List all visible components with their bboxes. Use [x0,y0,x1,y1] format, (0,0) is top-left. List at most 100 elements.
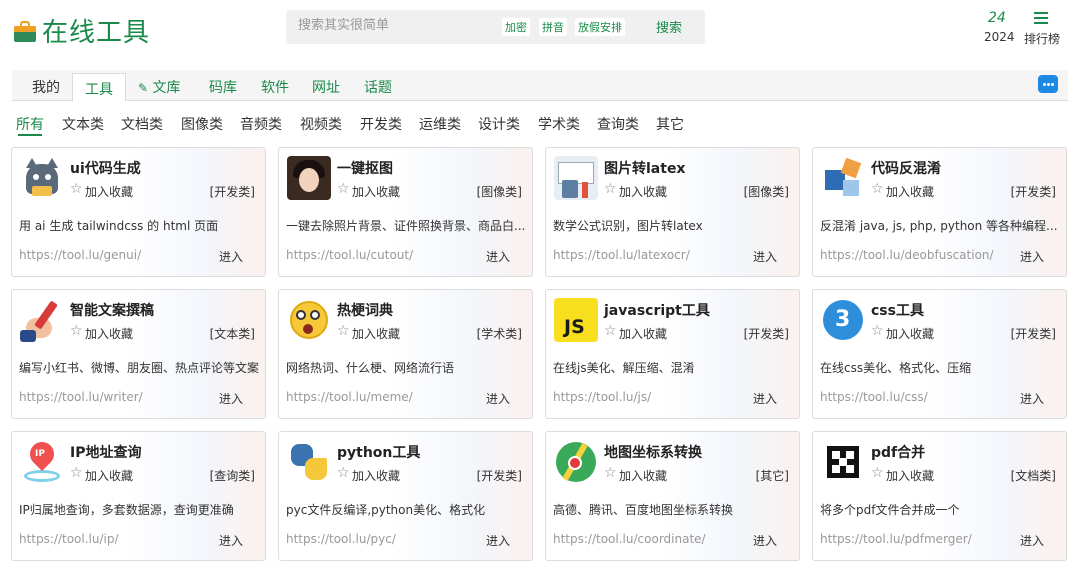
quick-tag-encrypt[interactable]: 加密 [502,18,530,36]
tool-card[interactable]: 热梗词典 ☆ 加入收藏 [学术类] 网络热词、什么梗、网络流行语 https:/… [278,289,533,419]
card-title[interactable]: ui代码生成 [70,158,141,178]
tab-websites[interactable]: 网址 [312,77,340,97]
enter-button[interactable]: 进入 [1020,248,1044,265]
rank-number[interactable]: 24 [988,10,1006,26]
add-favorite-button[interactable]: 加入收藏 [886,467,934,484]
card-url[interactable]: https://tool.lu/pdfmerger/ [820,532,972,546]
add-favorite-button[interactable]: 加入收藏 [352,325,400,342]
category-ops[interactable]: 运维类 [419,114,461,134]
card-category[interactable]: [查询类] [210,467,255,484]
tool-card[interactable]: 智能文案撰稿 ☆ 加入收藏 [文本类] 编写小红书、微博、朋友圈、热点评论等文案… [11,289,266,419]
card-url[interactable]: https://tool.lu/cutout/ [286,248,413,262]
card-url[interactable]: https://tool.lu/genui/ [19,248,141,262]
category-academic[interactable]: 学术类 [538,114,580,134]
card-title[interactable]: 热梗词典 [337,300,393,320]
card-title[interactable]: 图片转latex [604,158,685,178]
rank-year[interactable]: 2024 [984,30,1015,44]
chat-icon[interactable] [1038,75,1058,93]
add-favorite-button[interactable]: 加入收藏 [85,183,133,200]
star-icon[interactable]: ☆ [337,181,350,197]
enter-button[interactable]: 进入 [1020,532,1044,549]
card-title[interactable]: 地图坐标系转换 [604,442,702,462]
tool-card[interactable]: 图片转latex ☆ 加入收藏 [图像类] 数学公式识别，图片转latex ht… [545,147,800,277]
card-category[interactable]: [其它] [756,467,789,484]
category-document[interactable]: 文档类 [121,114,163,134]
tool-card[interactable]: ui代码生成 ☆ 加入收藏 [开发类] 用 ai 生成 tailwindcss … [11,147,266,277]
category-video[interactable]: 视频类 [300,114,342,134]
category-other[interactable]: 其它 [656,114,684,134]
add-favorite-button[interactable]: 加入收藏 [886,183,934,200]
tool-card[interactable]: 地图坐标系转换 ☆ 加入收藏 [其它] 高德、腾讯、百度地图坐标系转换 http… [545,431,800,561]
tool-card[interactable]: python工具 ☆ 加入收藏 [开发类] pyc文件反编译,python美化、… [278,431,533,561]
star-icon[interactable]: ☆ [871,181,884,197]
card-title[interactable]: javascript工具 [604,300,710,320]
logo[interactable]: 在线工具 [14,12,150,49]
star-icon[interactable]: ☆ [70,323,83,339]
category-dev[interactable]: 开发类 [360,114,402,134]
card-url[interactable]: https://tool.lu/deobfuscation/ [820,248,994,262]
rank-link[interactable]: 排行榜 [1024,30,1060,47]
star-icon[interactable]: ☆ [337,465,350,481]
add-favorite-button[interactable]: 加入收藏 [85,467,133,484]
card-category[interactable]: [开发类] [477,467,522,484]
card-url[interactable]: https://tool.lu/writer/ [19,390,143,404]
add-favorite-button[interactable]: 加入收藏 [352,183,400,200]
add-favorite-button[interactable]: 加入收藏 [886,325,934,342]
star-icon[interactable]: ☆ [604,323,617,339]
card-title[interactable]: pdf合并 [871,442,925,462]
tab-tools[interactable]: 工具 [72,73,126,102]
tab-software[interactable]: 软件 [261,77,289,97]
tab-topics[interactable]: 话题 [364,77,392,97]
tab-mine[interactable]: 我的 [32,77,60,97]
card-category[interactable]: [开发类] [744,325,789,342]
card-category[interactable]: [学术类] [477,325,522,342]
star-icon[interactable]: ☆ [337,323,350,339]
star-icon[interactable]: ☆ [871,323,884,339]
tool-card[interactable]: 3 css工具 ☆ 加入收藏 [开发类] 在线css美化、格式化、压缩 http… [812,289,1067,419]
tool-card[interactable]: IP IP地址查询 ☆ 加入收藏 [查询类] IP归属地查询，多套数据源，查询更… [11,431,266,561]
enter-button[interactable]: 进入 [753,248,777,265]
add-favorite-button[interactable]: 加入收藏 [619,467,667,484]
card-title[interactable]: css工具 [871,300,924,320]
category-text[interactable]: 文本类 [62,114,104,134]
tool-card[interactable]: pdf合并 ☆ 加入收藏 [文档类] 将多个pdf文件合并成一个 https:/… [812,431,1067,561]
star-icon[interactable]: ☆ [604,465,617,481]
enter-button[interactable]: 进入 [1020,390,1044,407]
tool-card[interactable]: 一键抠图 ☆ 加入收藏 [图像类] 一键去除照片背景、证件照换背景、商品白...… [278,147,533,277]
enter-button[interactable]: 进入 [219,390,243,407]
list-icon[interactable] [1034,12,1048,24]
add-favorite-button[interactable]: 加入收藏 [619,325,667,342]
add-favorite-button[interactable]: 加入收藏 [352,467,400,484]
card-category[interactable]: [图像类] [744,183,789,200]
card-title[interactable]: python工具 [337,442,420,462]
search-input[interactable] [298,18,488,33]
card-url[interactable]: https://tool.lu/css/ [820,390,928,404]
card-url[interactable]: https://tool.lu/ip/ [19,532,119,546]
category-image[interactable]: 图像类 [181,114,223,134]
card-title[interactable]: 一键抠图 [337,158,393,178]
card-title[interactable]: 代码反混淆 [871,158,941,178]
enter-button[interactable]: 进入 [486,248,510,265]
card-url[interactable]: https://tool.lu/meme/ [286,390,413,404]
enter-button[interactable]: 进入 [486,390,510,407]
tab-code-library[interactable]: 码库 [209,77,237,97]
star-icon[interactable]: ☆ [70,465,83,481]
star-icon[interactable]: ☆ [604,181,617,197]
card-category[interactable]: [图像类] [477,183,522,200]
enter-button[interactable]: 进入 [219,532,243,549]
search-button[interactable]: 搜索 [656,17,682,36]
star-icon[interactable]: ☆ [70,181,83,197]
enter-button[interactable]: 进入 [753,390,777,407]
category-audio[interactable]: 音频类 [240,114,282,134]
card-category[interactable]: [开发类] [1011,325,1056,342]
enter-button[interactable]: 进入 [753,532,777,549]
card-category[interactable]: [文本类] [210,325,255,342]
card-title[interactable]: 智能文案撰稿 [70,300,154,320]
tool-card[interactable]: JS javascript工具 ☆ 加入收藏 [开发类] 在线js美化、解压缩、… [545,289,800,419]
card-url[interactable]: https://tool.lu/pyc/ [286,532,396,546]
card-title[interactable]: IP地址查询 [70,442,141,462]
star-icon[interactable]: ☆ [871,465,884,481]
category-query[interactable]: 查询类 [597,114,639,134]
tab-library[interactable]: ✎ 文库 [138,77,181,97]
add-favorite-button[interactable]: 加入收藏 [85,325,133,342]
